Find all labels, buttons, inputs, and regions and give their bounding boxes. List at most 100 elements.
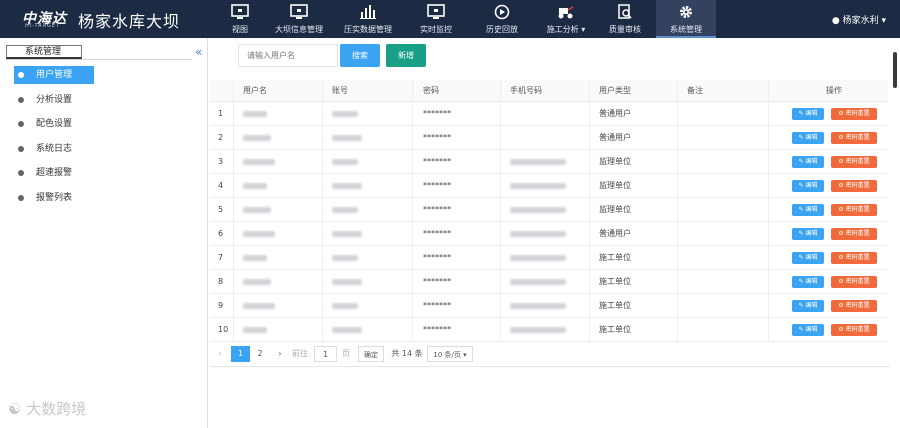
username-search-input[interactable] <box>238 44 338 67</box>
nav-label: 质量审核 <box>609 25 641 34</box>
reset-password-button[interactable]: ⚙ 密码重置 <box>831 228 877 240</box>
edit-button[interactable]: ✎ 编辑 <box>792 276 824 288</box>
row-number: 5 <box>218 205 224 214</box>
row-number: 4 <box>218 181 224 190</box>
edit-button[interactable]: ✎ 编辑 <box>792 300 824 312</box>
account-cell <box>332 318 362 341</box>
user-type-cell: 施工单位 <box>599 325 631 334</box>
add-button[interactable]: 新增 <box>386 44 426 67</box>
reset-password-button[interactable]: ⚙ 密码重置 <box>831 156 877 168</box>
page-2-button[interactable]: 2 <box>252 346 268 362</box>
column-header-password: 密码 <box>423 86 439 95</box>
sidebar-divider <box>6 59 192 60</box>
top-header: 中海达 HI-TARGET 杨家水库大坝 视图 大坝信息管理 压实数据管理 实时… <box>0 0 900 38</box>
column-header-account: 账号 <box>332 86 348 95</box>
password-cell: ******* <box>423 277 451 286</box>
sidebar-item-speed-alarm[interactable]: 超速报警 <box>14 164 94 182</box>
nav-system-management[interactable]: 系统管理 <box>656 0 716 38</box>
goto-page-input[interactable]: 1 <box>314 346 337 362</box>
reset-password-button[interactable]: ⚙ 密码重置 <box>831 132 877 144</box>
row-number: 6 <box>218 229 224 238</box>
edit-button[interactable]: ✎ 编辑 <box>792 324 824 336</box>
phone-cell <box>510 246 566 269</box>
total-count: 共 14 条 <box>391 349 423 358</box>
phone-cell <box>510 198 566 221</box>
account-cell <box>332 270 362 293</box>
reset-password-button[interactable]: ⚙ 密码重置 <box>831 204 877 216</box>
confirm-button[interactable]: 确定 <box>358 346 384 362</box>
company-logo: 中海达 HI-TARGET <box>22 8 74 30</box>
nav-compaction-data[interactable]: 压实数据管理 <box>336 0 400 38</box>
account-cell <box>332 294 358 317</box>
edit-button[interactable]: ✎ 编辑 <box>792 156 824 168</box>
reset-password-button[interactable]: ⚙ 密码重置 <box>831 276 877 288</box>
edit-button[interactable]: ✎ 编辑 <box>792 228 824 240</box>
nav-label: 压实数据管理 <box>344 25 392 34</box>
username-cell <box>243 126 271 149</box>
phone-cell <box>510 318 566 341</box>
sidebar-item-alarm-list[interactable]: 报警列表 <box>14 189 94 207</box>
nav-dam-info[interactable]: 大坝信息管理 <box>268 0 330 38</box>
watermark-text: 大数跨境 <box>26 400 87 418</box>
user-type-cell: 监理单位 <box>599 181 631 190</box>
table-row: 8 ******* 施工单位 ✎ 编辑 ⚙ 密码重置 <box>210 270 888 294</box>
username-cell <box>243 270 271 293</box>
sidebar-title: 系统管理 <box>6 45 82 59</box>
user-type-cell: 监理单位 <box>599 205 631 214</box>
sidebar-item-user-management[interactable]: 用户管理 <box>14 66 94 84</box>
sidebar-item-color-settings[interactable]: 配色设置 <box>14 115 94 133</box>
column-header-remark: 备注 <box>687 86 703 95</box>
reset-password-button[interactable]: ⚙ 密码重置 <box>831 300 877 312</box>
phone-cell <box>510 222 566 245</box>
vertical-scrollbar[interactable] <box>893 52 897 88</box>
account-cell <box>332 150 358 173</box>
sidebar-item-system-log[interactable]: 系统日志 <box>14 140 94 158</box>
next-page-button[interactable]: › <box>273 346 287 362</box>
table-row: 3 ******* 监理单位 ✎ 编辑 ⚙ 密码重置 <box>210 150 888 174</box>
reset-password-button[interactable]: ⚙ 密码重置 <box>831 324 877 336</box>
row-number: 9 <box>218 301 224 310</box>
search-button[interactable]: 搜索 <box>340 44 380 67</box>
nav-realtime-monitor[interactable]: 实时监控 <box>412 0 460 38</box>
watermark: ☯ 大数跨境 <box>8 398 86 419</box>
nav-quality-audit[interactable]: 质量审核 <box>602 0 648 38</box>
nav-label: 实时监控 <box>420 25 452 34</box>
nav-history-playback[interactable]: 历史回放 <box>478 0 526 38</box>
user-type-cell: 普通用户 <box>599 133 631 142</box>
reset-password-button[interactable]: ⚙ 密码重置 <box>831 180 877 192</box>
nav-label: 视图 <box>232 25 248 34</box>
password-cell: ******* <box>423 109 451 118</box>
table-row: 7 ******* 施工单位 ✎ 编辑 ⚙ 密码重置 <box>210 246 888 270</box>
page-size-select[interactable]: 10 条/页 ▾ <box>427 346 473 362</box>
edit-button[interactable]: ✎ 编辑 <box>792 108 824 120</box>
reset-password-button[interactable]: ⚙ 密码重置 <box>831 252 877 264</box>
bullet-icon <box>18 170 24 176</box>
edit-button[interactable]: ✎ 编辑 <box>792 252 824 264</box>
user-menu[interactable]: ● 杨家水利 ▾ <box>832 13 886 26</box>
user-type-cell: 施工单位 <box>599 277 631 286</box>
sidebar: 系统管理 « 用户管理 分析设置 配色设置 系统日志 超速报警 报警列表 ☯ 大… <box>0 38 208 428</box>
sidebar-item-analysis-settings[interactable]: 分析设置 <box>14 91 94 109</box>
reset-password-button[interactable]: ⚙ 密码重置 <box>831 108 877 120</box>
user-type-cell: 施工单位 <box>599 253 631 262</box>
gear-icon <box>680 6 692 18</box>
nav-label: 大坝信息管理 <box>275 25 323 34</box>
column-header-actions: 操作 <box>826 86 842 95</box>
username-cell <box>243 198 271 221</box>
page-unit-label: 页 <box>342 349 350 358</box>
user-type-cell: 监理单位 <box>599 157 631 166</box>
prev-page-button[interactable]: ‹ <box>213 346 227 362</box>
sidebar-item-label: 配色设置 <box>36 119 73 129</box>
edit-button[interactable]: ✎ 编辑 <box>792 180 824 192</box>
account-cell <box>332 126 362 149</box>
password-cell: ******* <box>423 157 451 166</box>
edit-button[interactable]: ✎ 编辑 <box>792 132 824 144</box>
username-cell <box>243 318 267 341</box>
nav-construction-analysis[interactable]: 施工分析 ▾ <box>542 0 590 38</box>
collapse-icon[interactable]: « <box>195 45 202 59</box>
edit-button[interactable]: ✎ 编辑 <box>792 204 824 216</box>
nav-view[interactable]: 视图 <box>222 0 258 38</box>
user-icon: ● <box>831 16 840 26</box>
row-number: 10 <box>218 325 229 334</box>
page-1-button[interactable]: 1 <box>231 346 250 362</box>
